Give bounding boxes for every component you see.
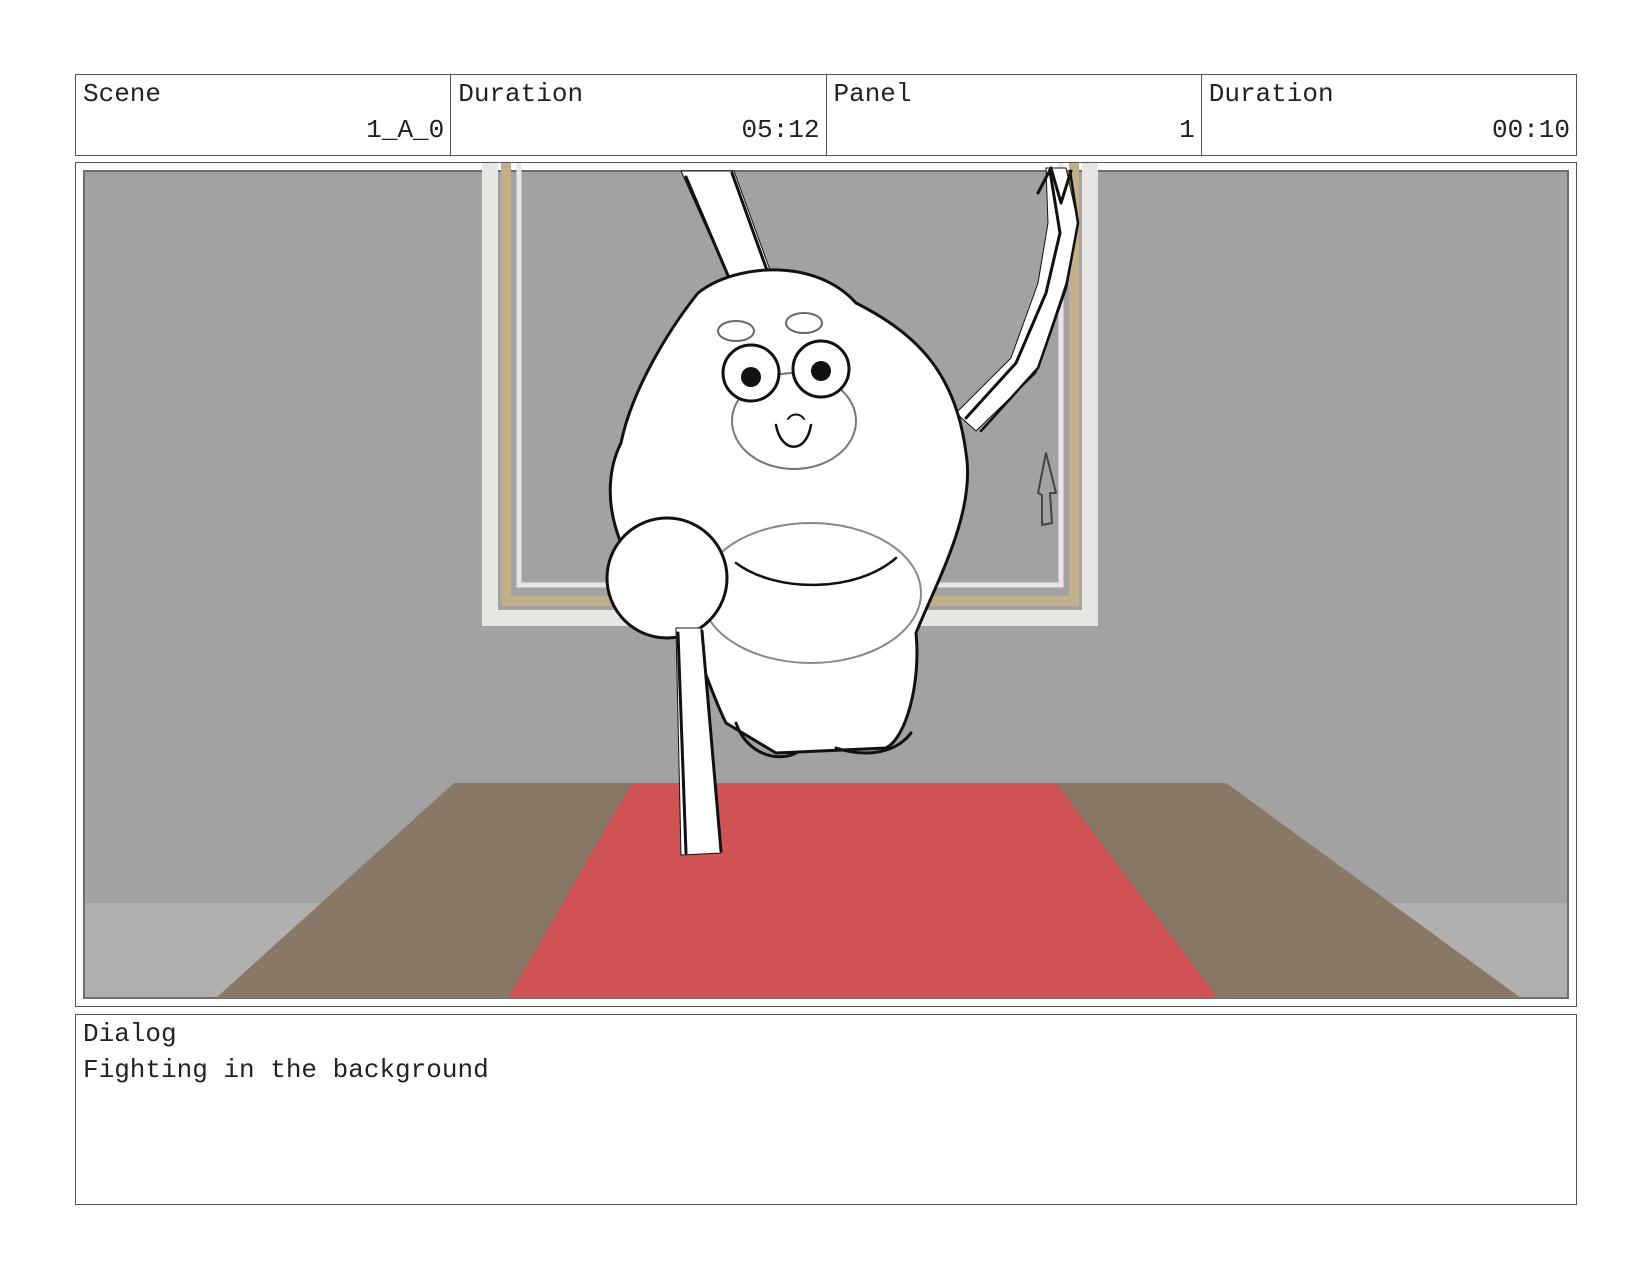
- panel-value: 1: [1179, 115, 1195, 145]
- scene-cell: Scene 1_A_0: [76, 75, 452, 155]
- scene-duration-cell: Duration 05:12: [451, 75, 827, 155]
- storyboard-panel: [75, 162, 1577, 1007]
- panel-info-header: Scene 1_A_0 Duration 05:12 Panel 1 Durat…: [75, 74, 1577, 156]
- scene-value: 1_A_0: [366, 115, 445, 145]
- scene-label: Scene: [83, 79, 162, 109]
- panel-duration-cell: Duration 00:10: [1202, 75, 1576, 155]
- dialog-box: Dialog Fighting in the background: [75, 1014, 1577, 1205]
- scene-duration-label: Duration: [458, 79, 584, 109]
- dialog-label: Dialog: [83, 1019, 177, 1049]
- panel-illustration: [83, 163, 1569, 999]
- scene-duration-value: 05:12: [741, 115, 820, 145]
- panel-duration-value: 00:10: [1491, 115, 1570, 145]
- panel-cell: Panel 1: [827, 75, 1202, 155]
- panel-label: Panel: [833, 79, 912, 109]
- panel-duration-label: Duration: [1208, 79, 1334, 109]
- dialog-text: Fighting in the background: [83, 1055, 489, 1085]
